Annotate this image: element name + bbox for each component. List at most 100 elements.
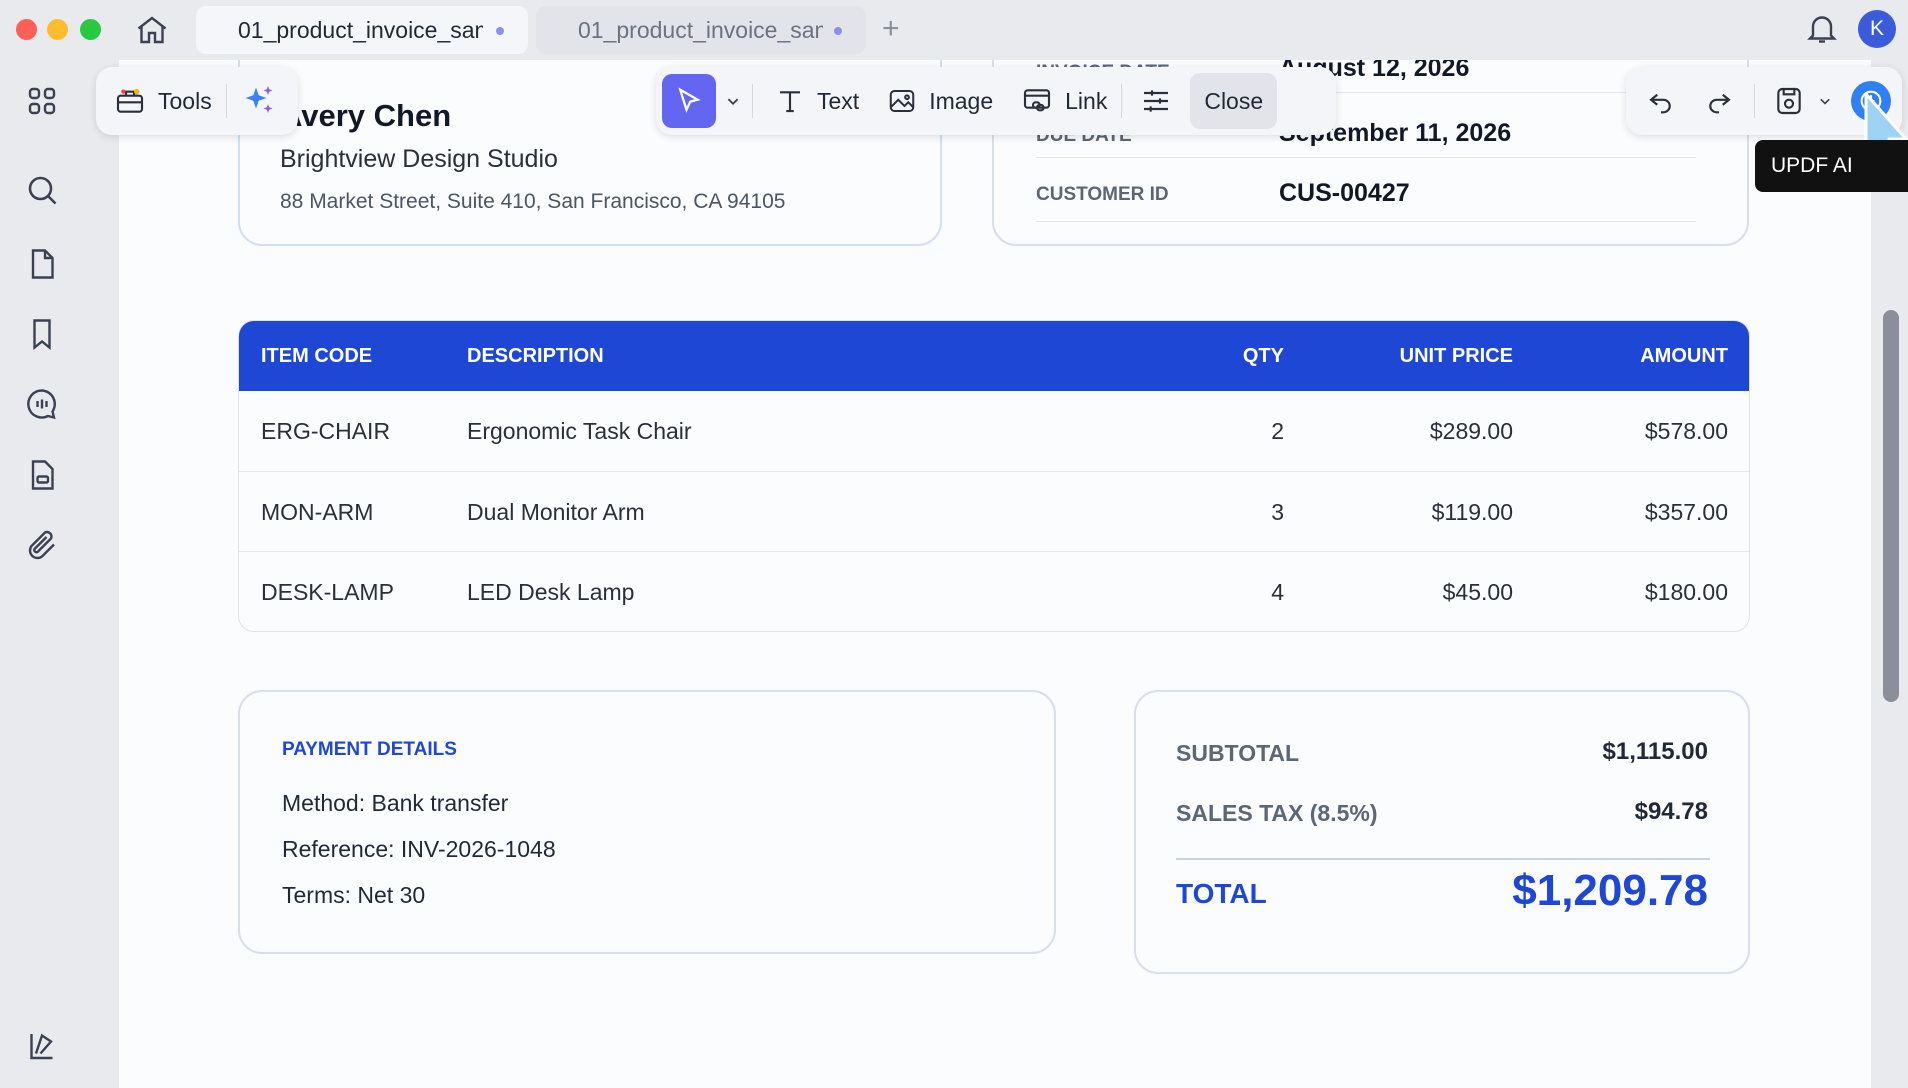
- cell-item-code[interactable]: DESK-LAMP: [261, 552, 394, 631]
- table-row: DESK-LAMP LED Desk Lamp 4 $45.00 $180.00: [239, 551, 1749, 631]
- total-value[interactable]: $1,209.78: [1512, 866, 1708, 916]
- bookmark-icon[interactable]: [24, 316, 60, 352]
- payment-reference[interactable]: Reference: INV-2026-1048: [282, 836, 556, 863]
- comment-icon[interactable]: [24, 386, 60, 422]
- image-tool-button[interactable]: Image: [873, 73, 1007, 129]
- pdf-page: Avery Chen Brightview Design Studio 88 M…: [119, 60, 1871, 1088]
- tools-label: Tools: [158, 87, 212, 114]
- header-description: DESCRIPTION: [467, 345, 604, 367]
- customer-address[interactable]: 88 Market Street, Suite 410, San Francis…: [280, 190, 785, 214]
- totals-card: SUBTOTAL $1,115.00 SALES TAX (8.5%) $94.…: [1134, 690, 1750, 974]
- totals-divider: [1176, 858, 1710, 860]
- toolbar-separator: [1754, 84, 1755, 118]
- tab-document-1[interactable]: 01_product_invoice_sample.pdf: [196, 6, 528, 54]
- cell-unit-price[interactable]: $45.00: [1339, 552, 1513, 631]
- payment-terms[interactable]: Terms: Net 30: [282, 882, 425, 909]
- cell-amount[interactable]: $357.00: [1539, 472, 1728, 552]
- cell-qty[interactable]: 2: [1199, 391, 1284, 471]
- toolbar-separator: [225, 84, 227, 118]
- table-header: [239, 321, 1749, 391]
- cell-qty[interactable]: 3: [1199, 472, 1284, 552]
- page-icon[interactable]: [24, 246, 60, 282]
- subtotal-value[interactable]: $1,115.00: [1603, 738, 1708, 766]
- cell-amount[interactable]: $578.00: [1539, 391, 1728, 471]
- cursor-arrow-icon: [674, 86, 704, 116]
- tooltip-label: UPDF AI: [1771, 154, 1853, 177]
- customer-name[interactable]: Avery Chen: [280, 98, 451, 134]
- unsaved-dot-icon: [496, 27, 504, 35]
- tab-label: 01_product_invoice_sample.pdf: [578, 16, 823, 43]
- payment-details-card: PAYMENT DETAILS Method: Bank transfer Re…: [238, 690, 1056, 954]
- redo-icon[interactable]: [1704, 86, 1734, 116]
- customer-id-value[interactable]: CUS-00427: [1279, 179, 1410, 208]
- bell-icon[interactable]: [1804, 10, 1840, 46]
- minimize-window-button[interactable]: [47, 19, 68, 40]
- header-amount: AMOUNT: [1640, 345, 1728, 367]
- subtotal-label: SUBTOTAL: [1176, 740, 1300, 766]
- edit-toolbar: Text Image Link Close: [656, 67, 1336, 135]
- tab-label: 01_product_invoice_sample.pdf: [238, 16, 483, 43]
- close-edit-label: Close: [1204, 87, 1264, 114]
- link-tool-label: Link: [1065, 87, 1108, 114]
- payment-details-title: PAYMENT DETAILS: [282, 739, 457, 760]
- cell-description[interactable]: Dual Monitor Arm: [467, 472, 645, 552]
- customer-id-label: CUSTOMER ID: [1036, 184, 1169, 205]
- items-table: ITEM CODE DESCRIPTION QTY UNIT PRICE AMO…: [238, 320, 1750, 632]
- cell-item-code[interactable]: MON-ARM: [261, 472, 373, 552]
- cell-description[interactable]: Ergonomic Task Chair: [467, 391, 692, 471]
- cell-description[interactable]: LED Desk Lamp: [467, 552, 634, 631]
- undo-icon[interactable]: [1646, 86, 1676, 116]
- save-icon[interactable]: [1773, 85, 1805, 117]
- sales-tax-value[interactable]: $94.78: [1635, 798, 1708, 826]
- image-icon: [887, 86, 917, 116]
- unsaved-dot-icon: [834, 27, 842, 35]
- select-tool-button[interactable]: [662, 74, 716, 128]
- document-viewport: Avery Chen Brightview Design Studio 88 M…: [84, 60, 1908, 1088]
- form-icon[interactable]: [24, 457, 60, 493]
- right-toolbar: [1626, 67, 1902, 135]
- cell-amount[interactable]: $180.00: [1539, 552, 1728, 631]
- chevron-down-icon[interactable]: [1815, 91, 1835, 111]
- toolbar-separator: [1121, 84, 1123, 118]
- payment-method[interactable]: Method: Bank transfer: [282, 790, 508, 817]
- header-qty: QTY: [1242, 345, 1284, 367]
- total-label: TOTAL: [1176, 878, 1267, 909]
- header-unit-price: UNIT PRICE: [1399, 345, 1513, 367]
- tab-document-2[interactable]: 01_product_invoice_sample.pdf: [536, 6, 866, 54]
- cell-item-code[interactable]: ERG-CHAIR: [261, 391, 390, 471]
- cell-qty[interactable]: 4: [1199, 552, 1284, 631]
- tools-toolbar: Tools: [96, 67, 298, 135]
- attachment-icon[interactable]: [24, 528, 60, 564]
- table-row: MON-ARM Dual Monitor Arm 3 $119.00 $357.…: [239, 471, 1749, 552]
- text-tool-button[interactable]: Text: [761, 73, 873, 129]
- toolbar-separator: [752, 84, 753, 118]
- thumbnails-grid-icon[interactable]: [24, 83, 60, 119]
- tools-button[interactable]: Tools: [96, 73, 226, 129]
- chevron-down-icon[interactable]: [722, 90, 744, 112]
- image-tool-label: Image: [929, 87, 994, 114]
- close-window-button[interactable]: [16, 19, 37, 40]
- link-tool-button[interactable]: Link: [1007, 73, 1121, 129]
- layers-icon[interactable]: [24, 1028, 60, 1064]
- table-row: ERG-CHAIR Ergonomic Task Chair 2 $289.00…: [239, 391, 1749, 471]
- close-edit-button[interactable]: Close: [1190, 73, 1278, 129]
- text-tool-label: Text: [817, 87, 860, 114]
- user-avatar[interactable]: K: [1858, 10, 1896, 48]
- customer-company[interactable]: Brightview Design Studio: [280, 145, 558, 174]
- new-tab-plus-icon[interactable]: +: [882, 12, 900, 46]
- home-icon[interactable]: [134, 12, 170, 48]
- ai-sparkle-icon[interactable]: [241, 83, 277, 119]
- left-sidebar: [0, 60, 84, 1088]
- cell-unit-price[interactable]: $119.00: [1339, 472, 1513, 552]
- maximize-window-button[interactable]: [80, 19, 101, 40]
- cell-unit-price[interactable]: $289.00: [1339, 391, 1513, 471]
- text-t-icon: [775, 86, 805, 116]
- divider: [1036, 157, 1696, 158]
- header-item-code: ITEM CODE: [261, 345, 373, 367]
- title-bar: 01_product_invoice_sample.pdf 01_product…: [0, 0, 1908, 60]
- search-icon[interactable]: [24, 172, 60, 208]
- updf-ai-tooltip: UPDF AI: [1755, 140, 1908, 192]
- properties-sliders-icon[interactable]: [1140, 85, 1172, 117]
- divider: [1036, 221, 1696, 222]
- vertical-scrollbar[interactable]: [1883, 310, 1899, 702]
